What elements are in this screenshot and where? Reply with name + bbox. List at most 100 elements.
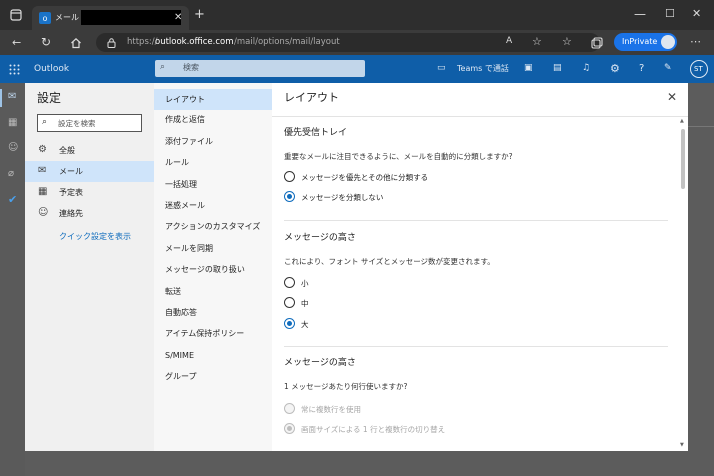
- radio-label[interactable]: 大: [301, 321, 309, 329]
- submenu-item[interactable]: 転送: [165, 288, 181, 296]
- radio-height-medium[interactable]: [284, 297, 295, 308]
- panel-header-divider: [272, 116, 688, 117]
- background-page-bottom: [25, 451, 714, 476]
- gear-icon[interactable]: ⚙: [610, 63, 620, 74]
- category-calendar[interactable]: ▦ 予定表: [25, 182, 154, 203]
- submenu-item[interactable]: メッセージの取り扱い: [165, 266, 245, 274]
- submenu-item[interactable]: 作成と返信: [165, 116, 205, 124]
- url-path: /mail/options/mail/layout: [234, 37, 340, 47]
- radio-height-large[interactable]: [284, 318, 295, 329]
- section-heading: メッセージの高さ: [284, 233, 356, 243]
- back-icon[interactable]: ←: [12, 37, 21, 48]
- settings-search-input[interactable]: ⌕ 設定を検索: [37, 114, 142, 132]
- section-question: 1 メッセージあたり何行使いますか?: [284, 382, 408, 391]
- profile-avatar: [661, 35, 675, 49]
- url-host: outlook.office.com: [155, 37, 234, 47]
- account-avatar[interactable]: ST: [690, 60, 708, 78]
- submenu-item[interactable]: メールを同期: [165, 245, 213, 253]
- section-divider: [284, 346, 668, 347]
- svg-text:o: o: [43, 14, 48, 23]
- radio-label[interactable]: 中: [301, 300, 309, 308]
- submenu-item[interactable]: 自動応答: [165, 309, 197, 317]
- radio-label[interactable]: メッセージを分類しない: [301, 194, 383, 202]
- section-question: これにより、フォント サイズとメッセージ数が変更されます。: [284, 257, 495, 266]
- radio-label[interactable]: 画面サイズによる 1 行と複数行の切り替え: [301, 426, 445, 434]
- submenu-item[interactable]: アイテム保持ポリシー: [165, 330, 244, 338]
- teams-call-icon[interactable]: ▭: [437, 64, 446, 73]
- settings-categories: 設定 ⌕ 設定を検索 ⚙ 全般 ✉ メール ▦ 予定表 ☺ 連絡先 クイック設定…: [25, 83, 154, 451]
- app-name[interactable]: Outlook: [34, 65, 69, 74]
- maximize-icon[interactable]: ☐: [665, 8, 675, 19]
- submenu-item[interactable]: 添付ファイル: [165, 138, 213, 146]
- inprivate-button[interactable]: InPrivate: [614, 33, 677, 51]
- submenu-item[interactable]: S/MIME: [165, 352, 194, 360]
- close-tab-icon[interactable]: ✕: [174, 13, 182, 23]
- submenu-item[interactable]: ルール: [165, 159, 189, 167]
- background-page: [688, 83, 714, 476]
- more-menu-icon[interactable]: ⋯: [690, 36, 701, 47]
- scroll-down-icon[interactable]: ▼: [680, 443, 684, 448]
- app-launcher-icon[interactable]: [9, 64, 20, 75]
- rail-mail-icon[interactable]: ✉: [8, 92, 16, 102]
- collections-icon[interactable]: [591, 37, 603, 49]
- favorites-icon[interactable]: ☆: [562, 36, 572, 47]
- section-heading: 優先受信トレイ: [284, 128, 348, 138]
- search-input[interactable]: ⌕ 検索: [155, 60, 365, 77]
- tab-actions-icon[interactable]: [10, 9, 22, 21]
- submenu-item[interactable]: グループ: [165, 373, 197, 381]
- refresh-icon[interactable]: ↻: [41, 36, 51, 48]
- background-divider: [688, 126, 714, 127]
- close-window-icon[interactable]: ✕: [692, 8, 701, 19]
- submenu-item[interactable]: 一括処理: [165, 181, 197, 189]
- radio-focused-inbox-on[interactable]: [284, 171, 295, 182]
- mail-icon: ✉: [38, 165, 47, 176]
- rail-calendar-icon[interactable]: ▦: [8, 118, 17, 128]
- section-question: 重要なメールに注目できるように、メールを自動的に分類しますか?: [284, 152, 513, 161]
- category-contacts[interactable]: ☺ 連絡先: [25, 203, 154, 224]
- office-app-icon[interactable]: ▣: [524, 64, 533, 73]
- search-icon: ⌕: [160, 62, 166, 72]
- mail-settings-submenu: レイアウト 作成と返信 添付ファイル ルール 一括処理 迷惑メール アクションの…: [154, 83, 272, 451]
- avatar-initials: ST: [694, 65, 703, 73]
- help-icon[interactable]: ?: [639, 64, 644, 74]
- inprivate-label: InPrivate: [622, 37, 658, 46]
- read-aloud-icon[interactable]: A: [506, 37, 512, 46]
- submenu-item[interactable]: アクションのカスタマイズ: [165, 223, 260, 231]
- rail-people-icon[interactable]: ☺: [8, 143, 18, 153]
- category-mail[interactable]: ✉ メール: [25, 161, 154, 182]
- radio-label[interactable]: メッセージを優先とその他に分類する: [301, 174, 428, 182]
- feedback-icon[interactable]: ✎: [664, 64, 672, 73]
- rail-attach-icon[interactable]: ⌀: [8, 169, 14, 179]
- category-label: 全般: [59, 146, 75, 155]
- teams-call-label[interactable]: Teams で通話: [457, 65, 509, 73]
- scrollbar-thumb[interactable]: [681, 129, 685, 189]
- new-tab-icon[interactable]: +: [194, 8, 205, 21]
- scrollbar[interactable]: ▲ ▼: [680, 119, 686, 449]
- notes-icon[interactable]: ▤: [553, 64, 562, 73]
- settings-search-placeholder: 設定を検索: [58, 119, 96, 128]
- radio-always-multiline[interactable]: [284, 403, 295, 414]
- scroll-up-icon[interactable]: ▲: [680, 119, 684, 124]
- category-general[interactable]: ⚙ 全般: [25, 140, 154, 161]
- module-rail: ✉ ▦ ☺ ⌀ ✔: [0, 83, 25, 476]
- submenu-item[interactable]: 迷惑メール: [165, 202, 205, 210]
- browser-tab[interactable]: o メール - ✕: [32, 6, 189, 30]
- quick-settings-link[interactable]: クイック設定を表示: [59, 233, 131, 241]
- address-field[interactable]: https:// outlook.office.com /mail/option…: [96, 33, 600, 52]
- close-icon[interactable]: ✕: [667, 91, 677, 103]
- bell-icon[interactable]: ♫: [582, 64, 590, 73]
- radio-label[interactable]: 小: [301, 280, 309, 288]
- category-label: メール: [59, 167, 83, 176]
- rail-todo-icon[interactable]: ✔: [8, 194, 17, 205]
- add-favorite-icon[interactable]: ☆: [532, 36, 542, 47]
- radio-height-small[interactable]: [284, 277, 295, 288]
- lock-icon[interactable]: [107, 38, 116, 48]
- radio-label[interactable]: 常に複数行を使用: [301, 406, 361, 414]
- home-icon[interactable]: [70, 37, 82, 49]
- category-label: 予定表: [59, 188, 83, 197]
- submenu-item-selected[interactable]: レイアウト: [154, 89, 272, 110]
- section-divider: [284, 220, 668, 221]
- radio-auto-line-mode[interactable]: [284, 423, 295, 434]
- radio-focused-inbox-off[interactable]: [284, 191, 295, 202]
- minimize-icon[interactable]: —: [634, 8, 646, 20]
